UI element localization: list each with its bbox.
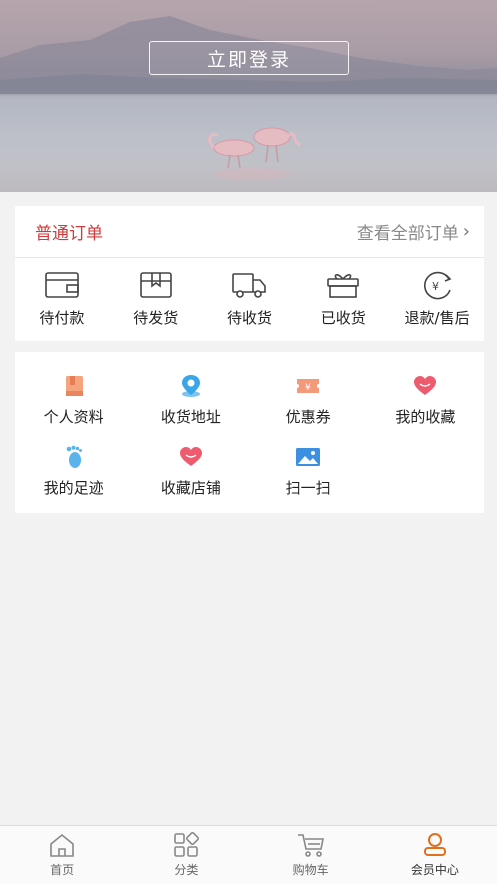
category-grid-icon [174, 832, 200, 857]
service-label: 收货地址 [160, 408, 221, 426]
svg-text:¥: ¥ [432, 280, 439, 293]
tab-cart[interactable]: 购物车 [249, 826, 373, 884]
home-icon [50, 833, 74, 857]
service-address[interactable]: 收货地址 [132, 374, 249, 427]
services-card: 个人资料 收货地址 ¥ 优惠券 我的收藏 我的足迹 收藏店铺 扫一扫 [15, 352, 484, 513]
tab-label: 分类 [174, 863, 199, 877]
profile-book-icon [65, 376, 83, 396]
svg-text:¥: ¥ [305, 383, 311, 393]
member-icon [423, 833, 446, 856]
footprint-icon [66, 445, 82, 468]
order-status-label: 退款/售后 [404, 309, 470, 327]
header-banner: 立即登录 [0, 0, 497, 192]
wallet-icon [45, 272, 79, 298]
tab-member-center[interactable]: 会员中心 [373, 826, 497, 884]
truck-icon [232, 273, 267, 298]
service-label: 收藏店铺 [160, 479, 221, 497]
order-pending-shipment[interactable]: 待发货 [109, 270, 203, 328]
location-pin-icon [181, 375, 200, 397]
tab-label: 首页 [50, 863, 75, 877]
service-label: 扫一扫 [285, 479, 331, 497]
bottom-tab-bar: 首页 分类 购物车 会员中心 [0, 825, 497, 884]
services-grid: 个人资料 收货地址 ¥ 优惠券 我的收藏 我的足迹 收藏店铺 扫一扫 [15, 352, 484, 498]
scan-image-icon [296, 448, 321, 466]
order-status-label: 待收货 [226, 309, 272, 327]
order-refund-aftersale[interactable]: ¥ 退款/售后 [390, 270, 484, 328]
heart-icon [414, 376, 437, 395]
service-coupon[interactable]: ¥ 优惠券 [250, 374, 367, 427]
service-scan[interactable]: 扫一扫 [250, 445, 367, 498]
coupon-icon: ¥ [297, 379, 320, 393]
orders-card: 普通订单 查看全部订单 › 待付款 待发货 待收货 已收货 ¥ 退款/售后 [15, 206, 484, 341]
login-button[interactable]: 立即登录 [149, 41, 349, 75]
service-favorite-shops[interactable]: 收藏店铺 [132, 445, 249, 498]
chevron-right-icon: › [462, 221, 470, 242]
service-footprints[interactable]: 我的足迹 [15, 445, 132, 498]
service-label: 我的足迹 [43, 479, 104, 497]
orders-title: 普通订单 [35, 224, 103, 244]
service-label: 优惠券 [285, 408, 331, 426]
view-all-orders-label: 查看全部订单 [356, 224, 459, 244]
cart-icon [297, 834, 324, 857]
order-pending-payment[interactable]: 待付款 [15, 270, 109, 328]
tab-label: 购物车 [292, 863, 329, 877]
tab-category[interactable]: 分类 [124, 826, 248, 884]
order-status-label: 待发货 [133, 309, 179, 327]
order-status-row: 待付款 待发货 待收货 已收货 ¥ 退款/售后 [15, 258, 484, 340]
heart-shop-icon [179, 447, 202, 466]
order-received[interactable]: 已收货 [296, 270, 390, 328]
order-status-label: 待付款 [39, 309, 85, 327]
gift-box-icon [327, 274, 360, 298]
service-profile[interactable]: 个人资料 [15, 374, 132, 427]
flamingo-lake-photo [0, 16, 497, 192]
service-favorites[interactable]: 我的收藏 [367, 374, 484, 427]
service-label: 个人资料 [43, 408, 104, 426]
order-status-label: 已收货 [320, 309, 366, 327]
service-label: 我的收藏 [395, 408, 456, 426]
view-all-orders-link[interactable]: 查看全部订单 › [357, 219, 470, 244]
tab-label: 会员中心 [410, 863, 459, 877]
orders-header: 普通订单 查看全部订单 › [15, 206, 484, 258]
order-pending-receipt[interactable]: 待收货 [203, 270, 297, 328]
refund-yen-icon: ¥ [424, 271, 452, 300]
tab-home[interactable]: 首页 [0, 826, 124, 884]
package-icon [139, 272, 172, 298]
